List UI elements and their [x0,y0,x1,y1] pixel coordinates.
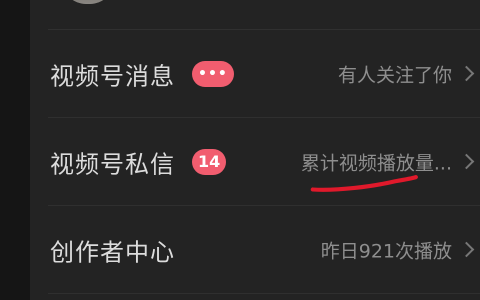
left-edge-strip [0,0,30,300]
chevron-right-icon [458,65,475,82]
row-divider [48,293,480,294]
channels-private-messages-title: 视频号私信 [50,150,175,179]
channels-messages-value: 有人关注了你 [337,64,452,87]
chevron-right-icon [458,241,475,258]
unread-count-badge: 14 [192,149,227,175]
creator-center-row[interactable]: 创作者中心 昨日921次播放 [30,206,480,294]
red-underline-annotation [310,175,418,192]
unread-dots-badge: ••• [192,61,234,87]
channels-messages-row[interactable]: 视频号消息 ••• 有人关注了你 [30,30,480,118]
channels-messages-title: 视频号消息 [50,62,175,91]
creator-center-title: 创作者中心 [50,238,175,267]
creator-center-value: 昨日921次播放 [320,240,452,263]
chevron-right-icon [458,153,475,170]
